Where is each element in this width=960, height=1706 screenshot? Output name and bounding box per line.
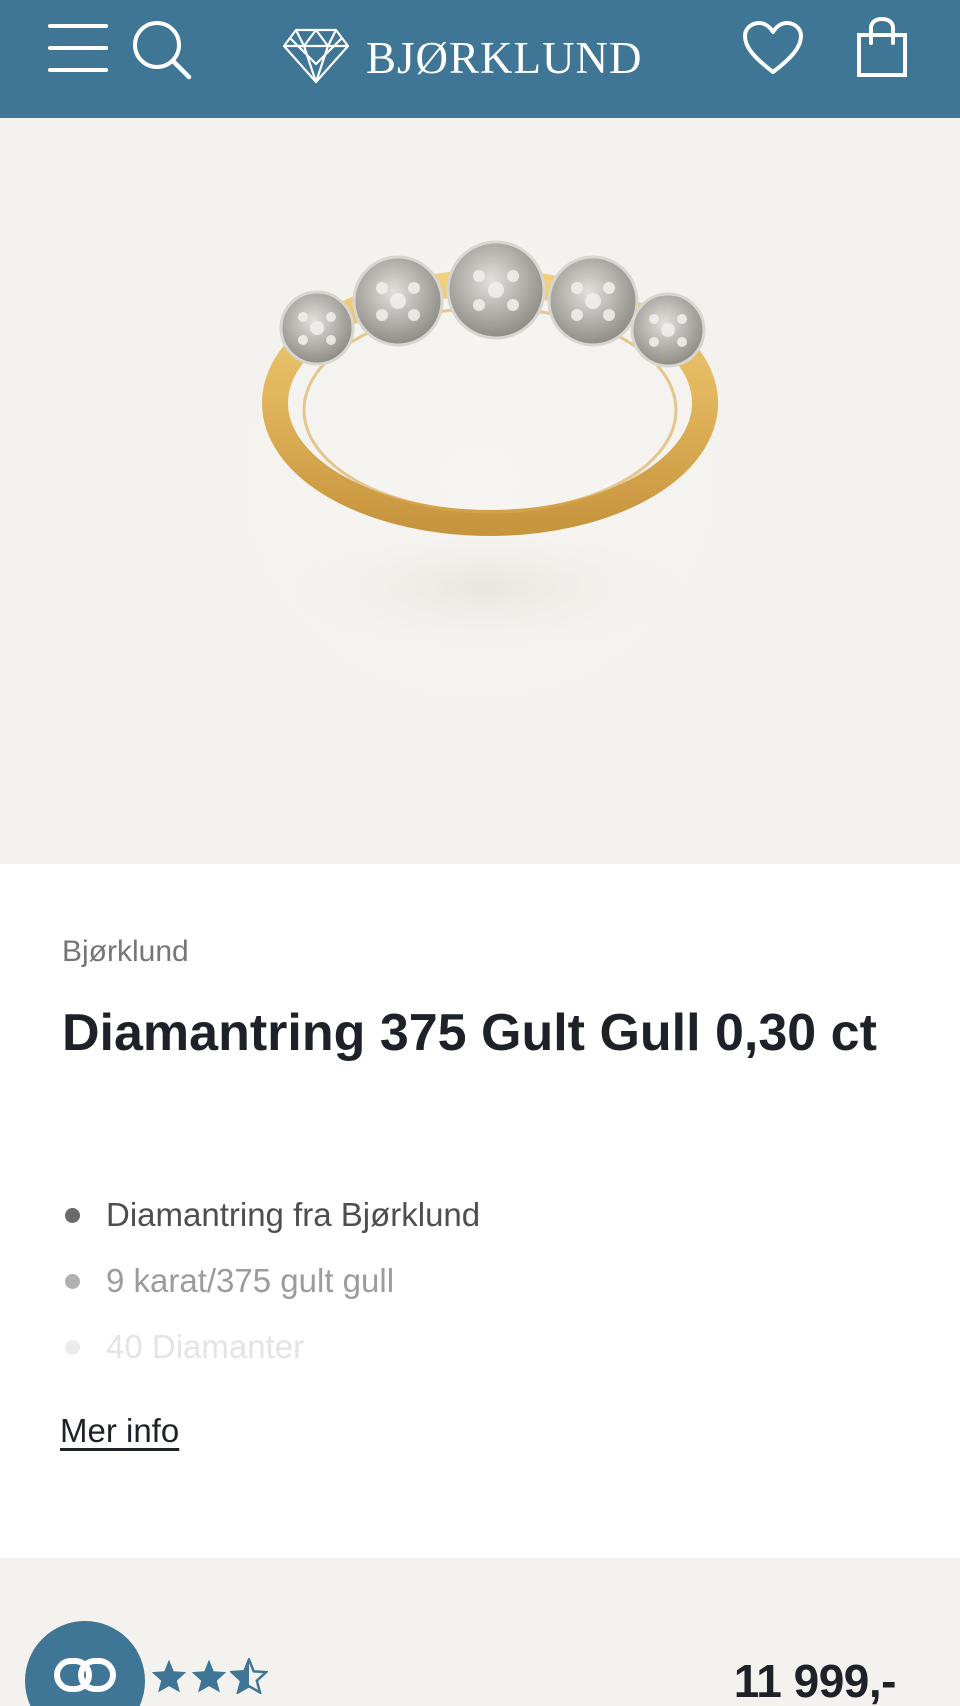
feature-text: Diamantring fra Bjørklund	[106, 1196, 481, 1233]
brand-logo[interactable]: BJØRKLUND	[282, 18, 643, 98]
feature-item: 9 karat/375 gult gull	[62, 1256, 902, 1322]
chat-button[interactable]	[25, 1621, 145, 1706]
brand-name: BJØRKLUND	[366, 32, 643, 83]
feature-text: 9 karat/375 gult gull	[106, 1262, 395, 1299]
product-price: 11 999,-	[733, 1655, 897, 1706]
bullet-icon	[65, 1340, 80, 1355]
heart-icon[interactable]	[742, 20, 804, 76]
feature-text: 40 Diamanter	[106, 1328, 305, 1365]
bullet-icon	[65, 1208, 80, 1223]
diamond-icon	[282, 28, 350, 89]
shopping-bag-icon[interactable]	[856, 16, 908, 78]
site-header: BJØRKLUND	[0, 0, 960, 118]
product-title: Diamantring 375 Gult Gull 0,30 ct	[62, 1004, 877, 1062]
rating-stars[interactable]	[150, 1658, 268, 1694]
product-features: Diamantring fra Bjørklund 9 karat/375 gu…	[62, 1190, 902, 1388]
star-half-icon	[230, 1658, 268, 1694]
search-icon[interactable]	[130, 18, 194, 82]
more-info-link[interactable]: Mer info	[60, 1412, 179, 1450]
star-full-icon	[190, 1658, 228, 1694]
bullet-icon	[65, 1274, 80, 1289]
diamond-ring-image	[262, 240, 718, 658]
purchase-bar: 11 999,-	[0, 1558, 960, 1706]
hamburger-menu-icon[interactable]	[48, 22, 108, 74]
product-image[interactable]	[0, 118, 960, 864]
feature-item: Diamantring fra Bjørklund	[62, 1190, 902, 1256]
star-full-icon	[150, 1658, 188, 1694]
product-brand[interactable]: Bjørklund	[62, 935, 189, 969]
link-icon	[54, 1658, 116, 1692]
feature-item: 40 Diamanter	[62, 1322, 902, 1388]
